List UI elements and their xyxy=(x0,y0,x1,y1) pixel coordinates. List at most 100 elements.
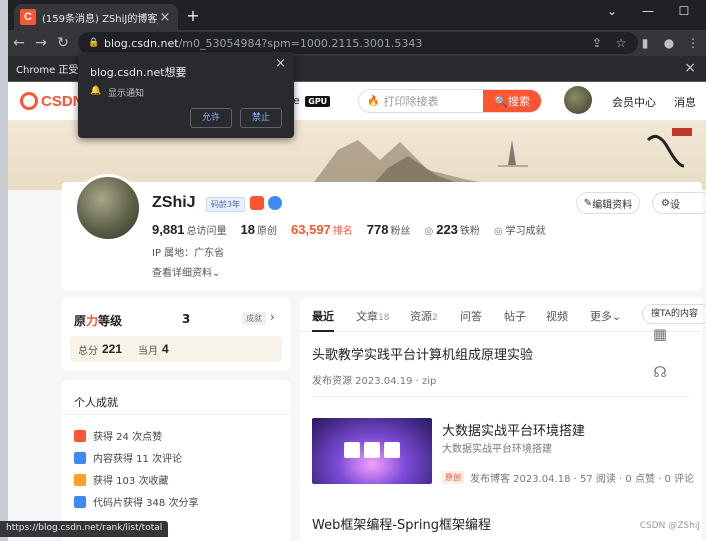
tab-more[interactable]: 更多⌄ xyxy=(590,308,621,324)
qr-code-icon[interactable]: ▦ xyxy=(646,320,674,348)
allow-button[interactable]: 允许 xyxy=(190,108,232,128)
stat-iron-fans[interactable]: ◎ 223 铁粉 xyxy=(424,222,479,237)
browser-tab-strip: C (159条消息) ZShiJ的博客_CSDN × + ⌄ — ☐ xyxy=(8,0,706,30)
tab-close-icon[interactable]: × xyxy=(158,10,172,25)
browser-tab-active[interactable]: C (159条消息) ZShiJ的博客_CSDN × xyxy=(14,4,178,30)
tab-qa[interactable]: 问答 xyxy=(460,308,482,324)
side-panel-icon[interactable]: ▮ xyxy=(636,32,654,54)
minimize-button[interactable]: — xyxy=(630,0,666,24)
achievement-item: 获得 103 次收藏 xyxy=(74,472,168,487)
tab-title: (159条消息) ZShiJ的博客_CSDN xyxy=(42,13,158,25)
username: ZShiJ xyxy=(152,194,196,211)
active-tab-underline xyxy=(312,330,334,332)
stat-visits[interactable]: 9,881 总访问量 xyxy=(152,222,227,237)
floating-tools: ▦ ☊ xyxy=(646,320,674,396)
power-title: 原力等级 xyxy=(74,314,123,328)
profile-stats: 9,881 总访问量 18 原创 63,597 排名 778 粉丝 ◎ 223 铁粉 ◎ 学习… xyxy=(152,222,560,237)
user-tile-icon xyxy=(344,442,360,458)
comment-icon xyxy=(74,451,86,464)
content-panel: 最近 文章18 资源2 问答 帖子 视频 更多⌄ 搜TA的内容 头歌教学实践平台… xyxy=(300,298,706,541)
search-button[interactable]: 🔍 搜索 xyxy=(483,90,541,112)
user-tile-icon xyxy=(384,442,400,458)
achievement-item: 获得 24 次点赞 xyxy=(74,428,162,443)
bell-icon: 🔔 xyxy=(90,86,102,96)
new-tab-button[interactable]: + xyxy=(184,7,202,25)
stat-original[interactable]: 18 原创 xyxy=(241,222,277,237)
flame-icon: 🔥 xyxy=(367,95,380,107)
notification-permission-popup: blog.csdn.net想要 × 🔔 显示通知 允许 禁止 xyxy=(78,52,294,138)
tab-recent[interactable]: 最近 xyxy=(312,308,334,324)
maximize-button[interactable]: ☐ xyxy=(666,0,702,24)
search-box[interactable]: 🔥 打印除接表 🔍 搜索 xyxy=(358,89,542,113)
achievement-item: 内容获得 11 次评论 xyxy=(74,450,182,465)
stat-learning[interactable]: ◎ 学习成就 xyxy=(494,222,546,237)
power-level-value: 3 xyxy=(182,312,191,326)
article-meta: 原创 发布博客 2023.04.18 · 57 阅读 · 0 点赞 · 0 评论 xyxy=(442,470,694,485)
achievement-tag[interactable]: 成就 xyxy=(242,312,266,325)
popup-close-icon[interactable]: × xyxy=(275,56,286,71)
ip-location: IP 属地：广东省 xyxy=(152,248,225,259)
settings-button[interactable]: ⚙ 设 xyxy=(652,192,706,214)
tab-resources[interactable]: 资源2 xyxy=(410,308,438,324)
article-title[interactable]: 头歌教学实践平台计算机组成原理实验 xyxy=(312,344,533,363)
web-page: CSDN de GPU 🔥 打印除接表 🔍搜索 会员中心 消息 ZShiJ 码龄… xyxy=(8,82,706,541)
share-icon[interactable]: ⇪ xyxy=(588,32,606,54)
chevron-down-icon[interactable]: ⌄ xyxy=(594,0,630,24)
back-button[interactable]: ← xyxy=(8,35,30,51)
gpu-badge: GPU xyxy=(305,96,331,107)
lock-icon[interactable]: 🔒 xyxy=(88,38,99,48)
like-icon xyxy=(74,429,86,442)
article-meta: 发布资源 2023.04.19 · zip xyxy=(312,376,437,387)
achievement-badge-icon[interactable] xyxy=(250,196,264,210)
messages-link[interactable]: 消息 xyxy=(674,94,696,110)
infobar-close-icon[interactable]: × xyxy=(684,60,696,76)
url-host: blog.csdn.net xyxy=(104,36,179,50)
more-info-link[interactable]: 查看详细资料⌄ xyxy=(152,264,220,279)
search-input[interactable]: 打印除接表 xyxy=(383,93,483,109)
watermark: CSDN @ZShiJ xyxy=(639,521,700,531)
bookmark-star-icon[interactable]: ☆ xyxy=(612,32,630,54)
favorite-icon xyxy=(74,473,86,486)
desktop-background-strip xyxy=(0,0,8,541)
header-user-avatar[interactable] xyxy=(564,86,592,114)
stat-rank[interactable]: 63,597 排名 xyxy=(291,222,353,237)
reload-button[interactable]: ↻ xyxy=(52,35,74,51)
address-bar[interactable]: 🔒 blog.csdn.net /m0_53054984?spm=1000.21… xyxy=(78,32,638,54)
achievements-heading: 个人成就 xyxy=(74,396,118,409)
code-age-badge: 码龄3年 xyxy=(206,197,246,212)
edit-profile-button[interactable]: ✎ 编辑资料 xyxy=(576,192,640,214)
profile-icon[interactable]: ● xyxy=(660,32,678,54)
verified-badge-icon[interactable] xyxy=(268,196,282,210)
tab-posts[interactable]: 帖子 xyxy=(504,308,526,324)
eye-icon: ◎ xyxy=(493,226,503,237)
user-avatar[interactable] xyxy=(74,174,142,242)
divider xyxy=(312,396,692,397)
stat-fans[interactable]: 778 粉丝 xyxy=(367,222,411,237)
article-title[interactable]: 大数据实战平台环境搭建 xyxy=(442,420,585,439)
headset-icon[interactable]: ☊ xyxy=(646,358,674,386)
forward-button[interactable]: → xyxy=(30,35,52,51)
achievement-item: 代码片获得 348 次分享 xyxy=(74,494,198,509)
achievements-card: 个人成就 获得 24 次点赞 内容获得 11 次评论 获得 103 次收藏 代码… xyxy=(62,380,290,541)
url-path: /m0_53054984?spm=1000.2115.3001.5343 xyxy=(178,36,423,50)
popup-message: 显示通知 xyxy=(108,89,145,99)
csdn-favicon-icon: C xyxy=(20,9,36,25)
popup-site: blog.csdn.net想要 xyxy=(90,66,187,79)
original-tag: 原创 xyxy=(442,471,464,484)
chevron-right-icon[interactable]: › xyxy=(270,310,275,324)
tab-videos[interactable]: 视频 xyxy=(546,308,568,324)
eye-icon: ◎ xyxy=(424,226,434,237)
article-subtitle: 大数据实战平台环境搭建 xyxy=(442,444,552,455)
tab-articles[interactable]: 文章18 xyxy=(356,308,389,324)
content-tabs: 最近 文章18 资源2 问答 帖子 视频 更多⌄ 搜TA的内容 xyxy=(300,298,706,332)
article-thumbnail[interactable] xyxy=(312,418,432,484)
article-title[interactable]: Web框架编程-Spring框架编程 xyxy=(312,514,491,533)
chevron-down-icon: ⌄ xyxy=(212,268,221,279)
share-icon xyxy=(74,495,86,508)
block-button[interactable]: 禁止 xyxy=(240,108,282,128)
menu-kebab-icon[interactable]: ⋮ xyxy=(684,32,702,54)
vip-center-link[interactable]: 会员中心 xyxy=(612,94,656,110)
csdn-logo[interactable]: CSDN xyxy=(20,92,84,110)
score-box: 总分 221 当月 4 xyxy=(70,336,282,362)
power-level-card: 原力等级 3 成就 › 总分 221 当月 4 xyxy=(62,298,290,370)
